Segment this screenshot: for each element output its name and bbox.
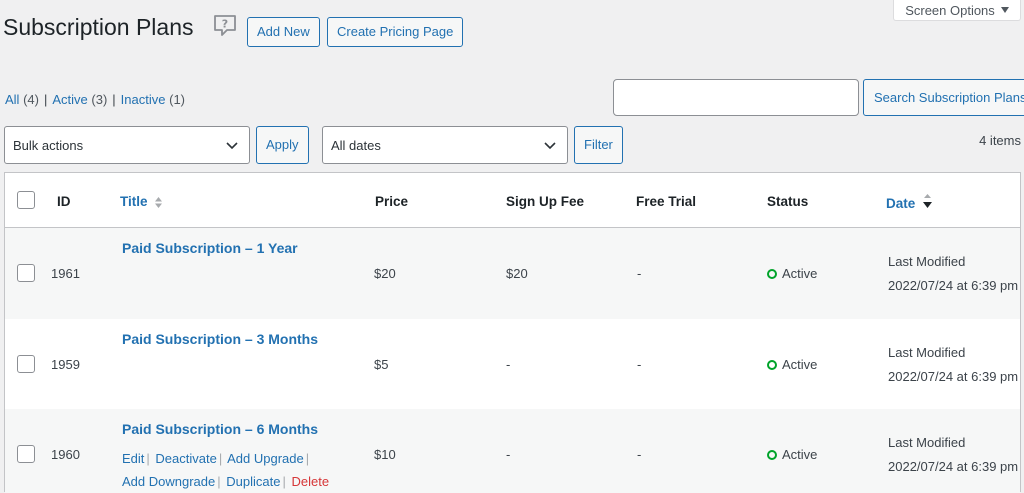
row-free-trial: - (637, 357, 642, 372)
column-date-label: Date (886, 196, 916, 211)
status-badge: Active (767, 357, 817, 372)
subscription-plans-table: ID Title Price Sign Up Fee Free Trial St… (4, 172, 1021, 493)
column-free-trial: Free Trial (636, 194, 697, 209)
svg-text:?: ? (222, 18, 228, 31)
row-checkbox[interactable] (17, 355, 35, 373)
date-value: 2022/07/24 at 6:39 pm (888, 459, 1019, 474)
caret-down-icon (1000, 7, 1009, 13)
row-checkbox[interactable] (17, 445, 35, 463)
select-all-checkbox[interactable] (17, 191, 35, 209)
delete-link[interactable]: Delete (291, 474, 329, 489)
edit-link[interactable]: Edit (122, 451, 144, 466)
status-filter-links: All (4) | Active (3) | Inactive (1) (5, 92, 185, 107)
status-label: Active (782, 266, 818, 281)
date-filter-select[interactable]: All dates (322, 126, 568, 164)
date-label: Last Modified (888, 435, 966, 450)
active-status-icon (767, 359, 777, 370)
apply-button[interactable]: Apply (256, 126, 309, 164)
date-value: 2022/07/24 at 6:39 pm (888, 369, 1019, 384)
column-title[interactable]: Title (120, 194, 163, 209)
status-label: Active (782, 357, 818, 372)
row-title-link[interactable]: Paid Subscription – 1 Year (122, 240, 298, 256)
view-active-count: (3) (91, 92, 108, 107)
row-signup-fee: $20 (506, 266, 528, 281)
row-id: 1959 (51, 357, 80, 372)
row-title-link[interactable]: Paid Subscription – 6 Months (122, 421, 318, 437)
active-status-icon (767, 449, 777, 460)
row-signup-fee: - (506, 447, 511, 462)
view-inactive-link[interactable]: Inactive (121, 92, 166, 107)
status-badge: Active (767, 447, 817, 462)
column-signup-fee: Sign Up Fee (506, 194, 585, 209)
status-label: Active (782, 447, 818, 462)
screen-options-label: Screen Options (905, 2, 995, 18)
row-date: Last Modified 2022/07/24 at 6:39 pm (888, 341, 1018, 389)
column-id: ID (57, 194, 71, 209)
chevron-down-icon (544, 142, 556, 150)
row-free-trial: - (637, 266, 642, 281)
row-signup-fee: - (506, 357, 511, 372)
table-row: 1961 Paid Subscription – 1 Year $20 $20 … (5, 228, 1020, 319)
add-new-button[interactable]: Add New (247, 17, 320, 47)
row-checkbox[interactable] (17, 264, 35, 282)
search-input[interactable] (613, 79, 859, 116)
row-actions: Edit | Deactivate | Add Upgrade | Add Downg… (122, 451, 330, 489)
screen-options-button[interactable]: Screen Options (893, 0, 1021, 21)
chevron-down-icon (226, 142, 238, 150)
row-price: $5 (374, 357, 389, 372)
duplicate-link[interactable]: Duplicate (226, 474, 280, 489)
items-count: 4 items (979, 133, 1021, 148)
filter-button[interactable]: Filter (574, 126, 623, 164)
table-row: 1959 Paid Subscription – 3 Months $5 - -… (5, 319, 1020, 410)
date-label: Last Modified (888, 254, 966, 269)
feedback-icon[interactable]: ? (212, 13, 238, 39)
row-id: 1960 (51, 447, 80, 462)
row-free-trial: - (637, 447, 642, 462)
row-date: Last Modified 2022/07/24 at 6:39 pm (888, 250, 1018, 298)
create-pricing-page-button[interactable]: Create Pricing Page (327, 17, 464, 47)
add-upgrade-link[interactable]: Add Upgrade (227, 451, 304, 466)
status-badge: Active (767, 266, 817, 281)
bulk-actions-value: Bulk actions (13, 137, 84, 153)
date-value: 2022/07/24 at 6:39 pm (888, 278, 1019, 293)
row-price: $10 (374, 447, 396, 462)
column-title-label: Title (120, 194, 148, 209)
date-filter-value: All dates (331, 137, 381, 153)
row-title-link[interactable]: Paid Subscription – 3 Months (122, 331, 318, 347)
add-downgrade-link[interactable]: Add Downgrade (122, 474, 215, 489)
view-active-link[interactable]: Active (52, 92, 87, 107)
column-status: Status (767, 194, 809, 209)
view-all-count: (4) (23, 92, 39, 107)
deactivate-link[interactable]: Deactivate (155, 451, 216, 466)
table-header: ID Title Price Sign Up Fee Free Trial St… (5, 173, 1020, 228)
view-inactive-count: (1) (169, 92, 185, 107)
date-label: Last Modified (888, 345, 966, 360)
sort-icon (155, 196, 163, 208)
row-id: 1961 (51, 266, 80, 281)
row-date: Last Modified 2022/07/24 at 6:39 pm (888, 431, 1018, 479)
bulk-actions-select[interactable]: Bulk actions (4, 126, 250, 164)
search-button[interactable]: Search Subscription Plans (863, 79, 1024, 116)
column-price: Price (375, 194, 409, 209)
page-title: Subscription Plans (3, 14, 194, 40)
column-date[interactable]: Date (886, 194, 933, 211)
row-price: $20 (374, 266, 396, 281)
table-row: 1960 Paid Subscription – 6 Months Edit | … (5, 409, 1020, 493)
view-all-link[interactable]: All (5, 92, 19, 107)
sort-desc-icon (923, 194, 933, 208)
active-status-icon (767, 268, 777, 279)
